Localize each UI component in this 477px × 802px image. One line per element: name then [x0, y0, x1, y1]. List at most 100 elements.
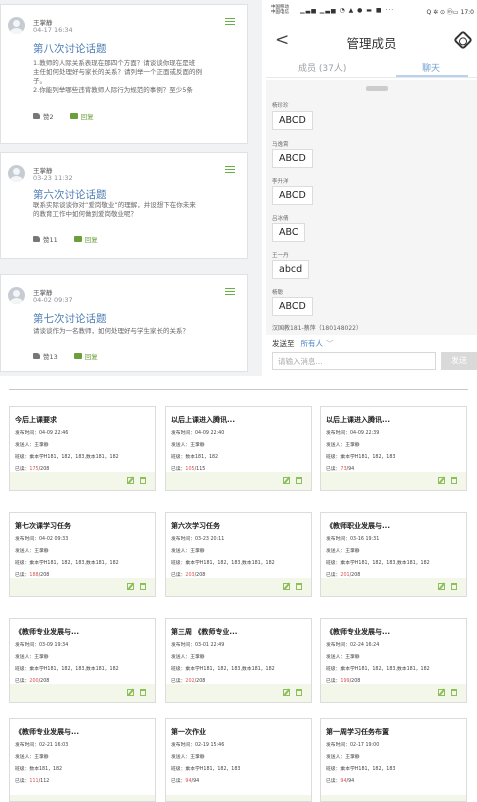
notification-card[interactable]: 《教师专业发展与... 发布时间：02-24 16:24 发送人：王掌静 班级：乘本学… — [320, 618, 467, 703]
like-count: 赞11 — [43, 236, 58, 244]
notification-class: 班级：乘本学H181，182，183 — [171, 767, 241, 772]
notification-title[interactable]: 以后上课进入腾讯... — [171, 415, 235, 425]
reply-button[interactable]: 回复 — [73, 351, 98, 361]
trash-icon[interactable] — [140, 477, 146, 484]
menu-icon[interactable] — [225, 166, 235, 173]
notification-card[interactable]: 以后上课进入腾讯... 发布时间：04-09 22:39 发送人：王掌静 班级：乘本学… — [320, 406, 467, 491]
tab-chat[interactable]: 聊天 — [422, 61, 440, 74]
discussion-panel: 王掌静 04-17 16:34 第八次讨论话题 1.教师的人际关系表现在那四个方… — [0, 0, 262, 376]
notification-card[interactable]: 第七次课学习任务 发布时间：04-02 09:33 发送人：王掌静 班级：乘本学H18… — [9, 512, 156, 597]
notification-read: 已读：188/208 — [15, 571, 49, 578]
notification-class: 班级：乘本学H181，182，183,数本181，182 — [326, 667, 430, 672]
topic-title[interactable]: 第八次讨论话题 — [33, 41, 107, 56]
topic-card[interactable]: 王掌静 04-17 16:34 第八次讨论话题 1.教师的人际关系表现在那四个方… — [0, 4, 248, 144]
notification-card[interactable]: 第三周 《教师专业... 发布时间：03-01 22:49 发送人：王掌静 班级：乘本… — [165, 618, 312, 703]
notification-class: 班级：乘本学H181，182，183,数本181，182 — [171, 561, 275, 566]
notification-card[interactable]: 第一周学习任务布置 发布时间：02-17 19:00 发送人：王掌静 班级：乘本学H1… — [320, 718, 467, 802]
edit-icon[interactable] — [438, 583, 445, 590]
send-to-selector[interactable]: 发送至 所有人 ﹀ — [272, 338, 334, 349]
notification-sender: 发送人：王掌静 — [15, 755, 49, 760]
edit-icon[interactable] — [438, 477, 445, 484]
reply-button[interactable]: 回复 — [73, 234, 98, 244]
notification-card[interactable]: 《教师职业发展与... 发布时间：03-16 19:31 发送人：王掌静 班级：乘本学… — [320, 512, 467, 597]
chat-area[interactable]: 杨珍珍 ABCD 马逸霄 ABCD 李升洋 ABCD 吕冰倩 ABC 王一丹 a… — [266, 80, 477, 335]
menu-icon[interactable] — [225, 18, 235, 25]
message-bubble[interactable]: ABCD — [272, 149, 313, 168]
message-bubble[interactable]: ABC — [272, 223, 306, 242]
message-bubble[interactable]: ABCD — [272, 111, 313, 130]
notification-title[interactable]: 第一周学习任务布置 — [326, 727, 389, 737]
topic-date: 04-17 16:34 — [33, 26, 73, 34]
notification-title[interactable]: 第三周 《教师专业... — [171, 627, 237, 637]
trash-icon[interactable] — [296, 583, 302, 590]
send-to-label: 发送至 — [272, 339, 295, 348]
edit-icon[interactable] — [283, 583, 290, 590]
like-button[interactable]: 赞2 — [33, 111, 54, 121]
notification-card[interactable]: 以后上课进入腾讯... 发布时间：04-09 22:40 发送人：王掌静 班级：数本1… — [165, 406, 312, 491]
read-label: 已读： — [326, 779, 341, 784]
like-button[interactable]: 赞11 — [33, 234, 58, 244]
notification-class: 班级：乘本学H181，182，183,数本181，182 — [326, 561, 430, 566]
send-to-value[interactable]: 所有人 — [301, 339, 324, 348]
notification-card[interactable]: 《教师专业发展与... 发布时间：02-21 16:03 发送人：王掌静 班级：数本1… — [9, 718, 156, 802]
notification-card[interactable]: 第一次作业 发布时间：02-19 15:46 发送人：王掌静 班级：乘本学H181，1… — [165, 718, 312, 802]
card-footer — [321, 578, 466, 596]
notification-title[interactable]: 以后上课进入腾讯... — [326, 415, 390, 425]
notification-sender: 发送人：王掌静 — [15, 443, 49, 448]
edit-icon[interactable] — [127, 689, 134, 696]
trash-icon[interactable] — [140, 583, 146, 590]
edit-icon[interactable] — [438, 689, 445, 696]
read-count: 111 — [29, 779, 39, 784]
notification-title[interactable]: 《教师专业发展与... — [326, 627, 390, 637]
body-line: 子。 — [33, 77, 46, 85]
body-line: 主任如何处理好与家长的关系？请列举一个正面或反面的例 — [33, 68, 202, 76]
message-input[interactable]: 请输入消息... — [272, 352, 436, 370]
message-bubble[interactable]: ABCD — [272, 186, 313, 205]
notification-card[interactable]: 第六次学习任务 发布时间：03-23 20:11 发送人：王掌静 班级：乘本学H181… — [165, 512, 312, 597]
topic-card[interactable]: 王掌静 04-02 09:37 第七次讨论话题 请谈谈作为一名教师，如何处理好与… — [0, 274, 248, 372]
card-footer — [166, 795, 311, 801]
notification-class: 班级：数本181，182 — [171, 455, 219, 460]
notification-time: 发布时间：02-19 15:46 — [171, 743, 225, 748]
topic-title[interactable]: 第七次讨论话题 — [33, 311, 107, 326]
trash-icon[interactable] — [451, 689, 457, 696]
notification-title[interactable]: 《教师专业发展与... — [15, 627, 79, 637]
tab-members[interactable]: 成员 (37人) — [298, 61, 346, 74]
card-footer — [166, 578, 311, 596]
message-bubble[interactable]: ABCD — [272, 297, 313, 316]
card-footer — [10, 795, 155, 801]
message-sender: 杨珍珍 — [272, 103, 289, 109]
edit-icon[interactable] — [283, 689, 290, 696]
message-bubble[interactable]: abcd — [272, 260, 310, 279]
edit-icon[interactable] — [283, 477, 290, 484]
notification-title[interactable]: 《教师职业发展与... — [326, 521, 390, 531]
edit-icon[interactable] — [127, 477, 134, 484]
notification-card[interactable]: 今后上课要求 发布时间：04-09 22:46 发送人：王掌静 班级：乘本学H181，… — [9, 406, 156, 491]
notification-card[interactable]: 《教师专业发展与... 发布时间：03-09 19:34 发送人：王掌静 班级：乘本学… — [9, 618, 156, 703]
notification-title[interactable]: 第一次作业 — [171, 727, 206, 737]
notification-sender: 发送人：王掌静 — [15, 549, 49, 554]
notification-title[interactable]: 第七次课学习任务 — [15, 521, 71, 531]
tab-underline — [396, 75, 468, 77]
topic-title[interactable]: 第六次讨论话题 — [33, 187, 107, 202]
like-button[interactable]: 赞13 — [33, 351, 58, 361]
trash-icon[interactable] — [451, 477, 457, 484]
card-footer — [321, 684, 466, 702]
notification-title[interactable]: 第六次学习任务 — [171, 521, 220, 531]
topic-body: 1.教师的人际关系表现在那四个方面？请谈谈你现在是班 主任如何处理好与家长的关系… — [33, 59, 239, 95]
trash-icon[interactable] — [140, 689, 146, 696]
send-button[interactable]: 发送 — [441, 352, 477, 370]
notification-title[interactable]: 今后上课要求 — [15, 415, 57, 425]
read-total: /94 — [191, 779, 200, 784]
trash-icon[interactable] — [451, 583, 457, 590]
notification-read: 已读：175/208 — [15, 465, 49, 472]
reply-button[interactable]: 回复 — [69, 111, 94, 121]
edit-icon[interactable] — [127, 583, 134, 590]
topic-card[interactable]: 王掌静 03-23 11:32 第六次讨论话题 联系实际谈谈你对“爱岗敬业”的理… — [0, 152, 248, 259]
menu-icon[interactable] — [225, 288, 235, 295]
signal-icons: ▁▃▅ ▁▃▅ ◔ ▲ ● ▬ ■ ··· — [300, 7, 395, 14]
trash-icon[interactable] — [296, 477, 302, 484]
message-sender: 马逸霄 — [272, 142, 289, 148]
trash-icon[interactable] — [296, 689, 302, 696]
notification-title[interactable]: 《教师专业发展与... — [15, 727, 79, 737]
